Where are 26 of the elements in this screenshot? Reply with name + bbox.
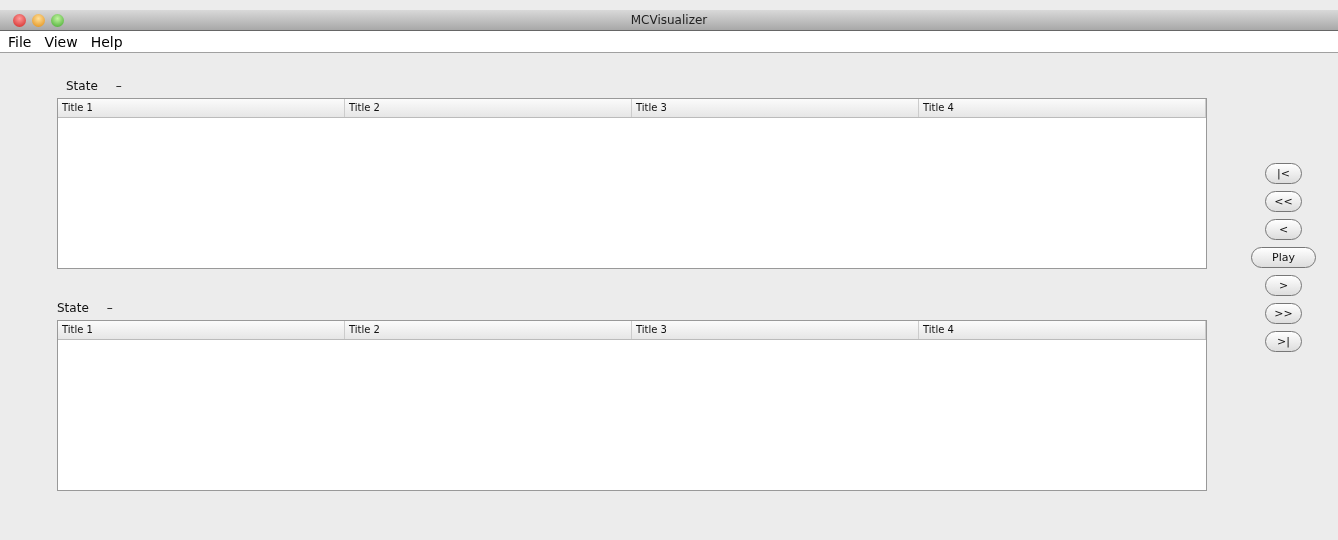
playback-button[interactable]: > bbox=[1265, 275, 1302, 296]
column-header[interactable]: Title 1 bbox=[58, 321, 345, 339]
state-label: State bbox=[66, 79, 98, 93]
column-header[interactable]: Title 3 bbox=[632, 99, 919, 117]
playback-button[interactable]: << bbox=[1265, 191, 1302, 212]
minimize-icon[interactable] bbox=[32, 13, 45, 27]
playback-button[interactable]: < bbox=[1265, 219, 1302, 240]
playback-button[interactable]: |< bbox=[1265, 163, 1302, 184]
column-header[interactable]: Title 2 bbox=[345, 99, 632, 117]
column-header[interactable]: Title 4 bbox=[919, 321, 1206, 339]
playback-button[interactable]: Play bbox=[1251, 247, 1316, 268]
column-header[interactable]: Title 2 bbox=[345, 321, 632, 339]
menu-item[interactable]: View bbox=[40, 33, 87, 50]
column-header[interactable]: Title 3 bbox=[632, 321, 919, 339]
column-header[interactable]: Title 4 bbox=[919, 99, 1206, 117]
state-label: State bbox=[57, 301, 89, 315]
close-icon[interactable] bbox=[13, 13, 26, 27]
state-value: – bbox=[115, 79, 122, 93]
playback-button[interactable]: >> bbox=[1265, 303, 1302, 324]
playback-button[interactable]: >| bbox=[1265, 331, 1302, 352]
window-title: MCVisualizer bbox=[630, 13, 708, 27]
column-header[interactable]: Title 1 bbox=[58, 99, 345, 117]
state-value: – bbox=[106, 301, 113, 315]
menu-item[interactable]: Help bbox=[86, 33, 132, 50]
menu-item[interactable]: File bbox=[4, 33, 41, 50]
zoom-icon[interactable] bbox=[51, 13, 64, 27]
